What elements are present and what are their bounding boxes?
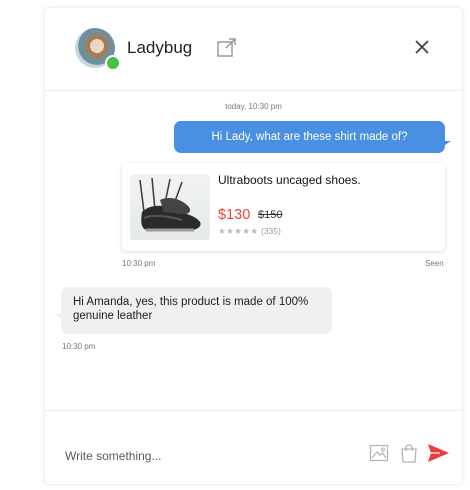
external-link-icon[interactable] — [216, 36, 238, 58]
close-icon[interactable] — [413, 38, 431, 56]
read-receipt: Seen — [425, 259, 444, 268]
image-icon[interactable] — [369, 443, 389, 463]
incoming-time: 10:30 pm — [62, 342, 96, 351]
product-title[interactable]: Ultraboots uncaged shoes. — [218, 173, 361, 187]
product-card[interactable]: Ultraboots uncaged shoes. $130 $150 ★★★★… — [122, 163, 445, 251]
contact-name: Ladybug — [127, 38, 193, 57]
date-divider: today, 10:30 pm — [225, 102, 282, 111]
composer-bar — [45, 410, 462, 484]
incoming-message: Hi Amanda, yes, this product is made of … — [61, 287, 332, 334]
online-status-dot — [105, 55, 121, 71]
shoe-illustration — [139, 177, 201, 232]
incoming-bubble-tail — [54, 314, 63, 320]
outgoing-bubble-tail — [442, 141, 451, 147]
chat-window: Ladybug today, 10:30 pm Hi Lady, what ar… — [45, 8, 462, 484]
send-icon[interactable] — [426, 441, 450, 465]
product-price: $130 — [218, 207, 251, 223]
review-count: (335) — [260, 226, 281, 236]
product-image — [130, 174, 210, 240]
shopping-bag-icon[interactable] — [399, 442, 419, 464]
outgoing-time: 10:30 pm — [122, 259, 156, 268]
star-rating-icons: ★★★★★ — [218, 226, 259, 236]
chat-header: Ladybug — [45, 8, 462, 91]
outgoing-message: Hi Lady, what are these shirt made of? — [174, 121, 445, 153]
product-rating: ★★★★★ (335) — [218, 226, 281, 237]
message-input[interactable] — [63, 445, 357, 467]
product-old-price: $150 — [258, 209, 283, 221]
